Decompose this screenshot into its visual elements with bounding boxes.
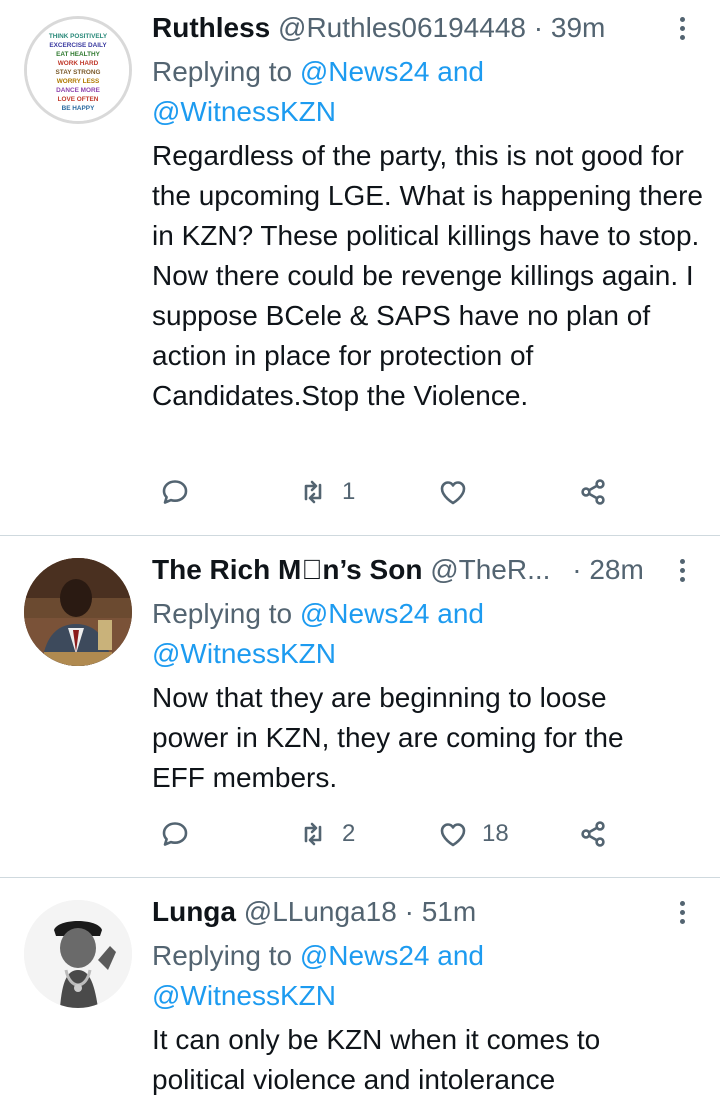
separator-dot: · xyxy=(404,896,414,927)
mention-and[interactable]: and xyxy=(437,940,484,971)
avatar-text-line: STAY STRONG xyxy=(56,69,101,76)
mention-link[interactable]: @WitnessKZN xyxy=(152,980,336,1011)
share-button[interactable] xyxy=(578,472,608,512)
retweet-count: 1 xyxy=(342,478,356,505)
reply-icon xyxy=(162,822,188,846)
avatar[interactable] xyxy=(24,900,132,1008)
retweet-button[interactable]: 2 xyxy=(298,814,355,854)
user-handle[interactable]: @LLunga18 xyxy=(244,896,397,927)
separator-dot: · xyxy=(533,12,544,43)
avatar-image xyxy=(24,558,132,666)
tweet-text: It can only be KZN when it comes to poli… xyxy=(152,1024,601,1095)
replying-to: Replying to @News24 and @WitnessKZN xyxy=(152,52,532,132)
avatar-text-line: BE HAPPY xyxy=(62,105,95,112)
avatar-text-line: THINK POSITIVELY xyxy=(49,33,108,40)
replying-to: Replying to @News24 and @WitnessKZN xyxy=(152,594,532,674)
display-name[interactable]: Lunga xyxy=(152,896,236,927)
more-vertical-icon[interactable] xyxy=(674,550,690,590)
like-button[interactable] xyxy=(438,472,482,512)
tweet[interactable]: The Rich Mn’s Son @TheR... · 28m Replyi… xyxy=(0,536,720,878)
avatar-text-line: DANCE MORE xyxy=(56,87,100,94)
retweet-count: 2 xyxy=(342,820,356,847)
timestamp[interactable]: 39m xyxy=(551,12,605,43)
more-vertical-icon[interactable] xyxy=(674,8,690,48)
timestamp[interactable]: 51m xyxy=(422,896,476,927)
avatar-text-line: EAT HEALTHY xyxy=(56,51,101,58)
tweet-header: Lunga @LLunga18 · 51m xyxy=(152,892,664,932)
retweet-button[interactable]: 1 xyxy=(298,472,355,512)
mention-link[interactable]: @News24 xyxy=(300,598,430,629)
share-icon xyxy=(581,479,605,505)
replying-prefix: Replying to xyxy=(152,56,293,87)
tweet-text: Now that they are beginning to loose pow… xyxy=(152,682,624,793)
tweet[interactable]: THINK POSITIVELY EXCERCISE DAILY EAT HEA… xyxy=(0,0,720,536)
like-button[interactable]: 18 xyxy=(438,814,509,854)
reply-button[interactable] xyxy=(160,814,204,854)
reply-icon xyxy=(162,480,188,504)
timestamp[interactable]: 28m xyxy=(589,554,643,585)
mention-link[interactable]: @News24 xyxy=(300,56,430,87)
avatar-image: THINK POSITIVELY EXCERCISE DAILY EAT HEA… xyxy=(27,19,129,121)
tweet-header: The Rich Mn’s Son @TheR... · 28m xyxy=(152,550,664,590)
display-name[interactable]: Ruthless xyxy=(152,12,270,43)
avatar-text-line: WORRY LESS xyxy=(57,78,100,85)
user-handle[interactable]: @Ruthles06194448 xyxy=(278,12,526,43)
tweet-text: Regardless of the party, this is not goo… xyxy=(152,140,704,411)
tweet[interactable]: Lunga @LLunga18 · 51m Replying to @News2… xyxy=(0,878,720,1118)
like-count: 18 xyxy=(482,820,509,847)
heart-icon xyxy=(440,481,466,505)
separator-dot: · xyxy=(572,554,581,585)
user-handle[interactable]: @TheR... xyxy=(430,554,550,585)
tweet-actions: 1 xyxy=(150,472,620,512)
avatar[interactable] xyxy=(24,558,132,666)
heart-icon xyxy=(440,823,466,847)
avatar-text-line: LOVE OFTEN xyxy=(58,96,99,103)
replying-to: Replying to @News24 and @WitnessKZN xyxy=(152,936,532,1016)
avatar[interactable]: THINK POSITIVELY EXCERCISE DAILY EAT HEA… xyxy=(24,16,132,124)
more-vertical-icon[interactable] xyxy=(674,892,690,932)
mention-link[interactable]: @WitnessKZN xyxy=(152,638,336,669)
mention-link[interactable]: @WitnessKZN xyxy=(152,96,336,127)
retweet-icon xyxy=(304,480,322,504)
mention-and[interactable]: and xyxy=(437,56,484,87)
display-name[interactable]: The Rich Mn’s Son xyxy=(152,554,422,585)
reply-button[interactable] xyxy=(160,472,204,512)
avatar-text-line: EXCERCISE DAILY xyxy=(49,42,107,49)
tweet-header: Ruthless @Ruthles06194448 · 39m xyxy=(152,8,664,48)
avatar-image xyxy=(24,900,132,1008)
replying-prefix: Replying to xyxy=(152,940,293,971)
share-button[interactable] xyxy=(578,814,608,854)
share-icon xyxy=(581,821,605,847)
mention-link[interactable]: @News24 xyxy=(300,940,430,971)
tweet-actions: 2 18 xyxy=(150,814,620,854)
mention-and[interactable]: and xyxy=(437,598,484,629)
retweet-icon xyxy=(304,822,322,846)
avatar-text-line: WORK HARD xyxy=(58,60,99,67)
replying-prefix: Replying to xyxy=(152,598,293,629)
